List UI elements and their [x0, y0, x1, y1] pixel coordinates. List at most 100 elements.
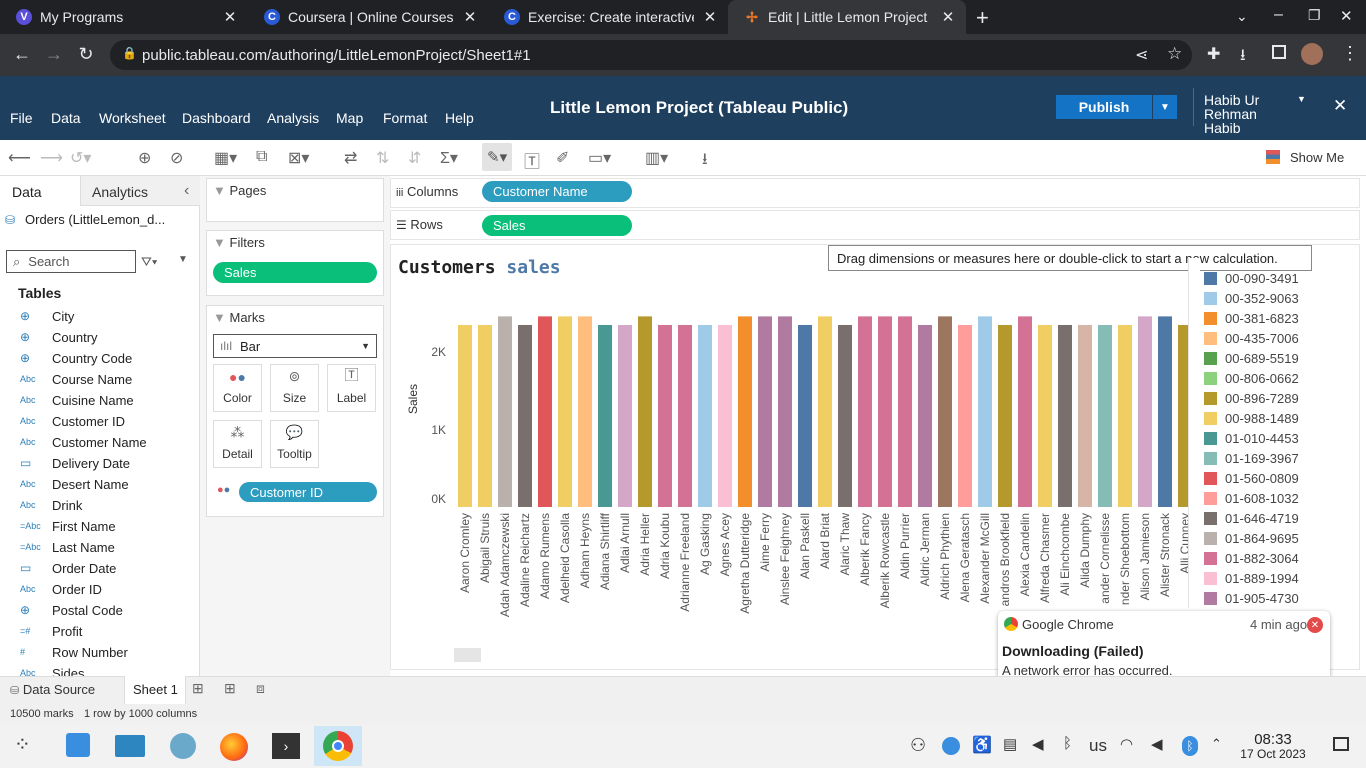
close-tab-icon[interactable]: ✕	[462, 8, 478, 26]
reload-icon[interactable]: ↻	[75, 44, 97, 65]
user-icon[interactable]: ⚇	[910, 735, 926, 756]
bookmark-star-icon[interactable]: ☆	[1167, 44, 1182, 64]
menu-format[interactable]: Format	[383, 110, 427, 126]
bar[interactable]	[1018, 316, 1032, 507]
globe-icon[interactable]	[170, 733, 196, 759]
download-icon[interactable]: ⭳	[1240, 44, 1246, 71]
duplicate-icon[interactable]: ⧉	[256, 148, 267, 166]
marks-detail-button[interactable]: ⁂ Detail	[213, 420, 262, 468]
columns-pill-customer-name[interactable]: Customer Name	[482, 181, 632, 202]
legend-item[interactable]: 00-435-7006	[1204, 329, 1299, 347]
legend-item[interactable]: 01-864-9695	[1204, 529, 1299, 547]
new-story-tab-icon[interactable]: ⧈	[256, 680, 265, 697]
speaker-icon[interactable]: ◀	[1151, 735, 1163, 753]
volume-icon[interactable]: ◀	[1032, 735, 1044, 753]
bar[interactable]	[618, 324, 632, 507]
wifi-icon[interactable]: ◠	[1120, 735, 1133, 753]
bar[interactable]	[1118, 324, 1132, 507]
bar[interactable]	[598, 324, 612, 507]
bar[interactable]	[578, 316, 592, 507]
field-item[interactable]: =Abc First Name	[20, 516, 116, 536]
bar[interactable]	[498, 316, 512, 507]
accessibility-icon[interactable]: ♿	[972, 735, 992, 755]
bar[interactable]	[558, 316, 572, 507]
share-icon[interactable]: ⋖	[1135, 45, 1148, 65]
pages-card[interactable]: ▼ Pages	[206, 178, 384, 222]
new-worksheet-tab-icon[interactable]: ⊞	[192, 680, 204, 697]
bar[interactable]	[658, 324, 672, 507]
bar[interactable]	[978, 316, 992, 507]
field-item[interactable]: Abc Customer ID	[20, 411, 125, 431]
bar[interactable]	[1098, 324, 1112, 507]
field-item[interactable]: Abc Customer Name	[20, 432, 147, 452]
chrome-taskbar-active[interactable]	[314, 726, 362, 766]
field-item[interactable]: ▭ Delivery Date	[20, 453, 130, 473]
bar[interactable]	[458, 324, 472, 507]
menu-map[interactable]: Map	[336, 110, 363, 126]
bar[interactable]	[678, 324, 692, 507]
close-tab-icon[interactable]: ✕	[222, 8, 238, 26]
dismiss-notification-icon[interactable]: ✕	[1307, 617, 1323, 633]
app-launcher-icon[interactable]: ⁘	[14, 732, 31, 757]
bar[interactable]	[698, 324, 712, 507]
legend-item[interactable]: 01-169-3967	[1204, 449, 1299, 467]
bar[interactable]	[478, 324, 492, 507]
terminal-icon[interactable]: ›	[272, 733, 300, 759]
browser-tab-active[interactable]: ✢ Edit | Little Lemon Project ✕	[728, 0, 966, 34]
tab-search-icon[interactable]: ⌄	[1236, 8, 1248, 25]
clear-sheet-icon[interactable]: ⊠▾	[288, 148, 309, 168]
legend-item[interactable]: 01-010-4453	[1204, 429, 1299, 447]
new-worksheet-icon[interactable]: ▦▾	[214, 148, 237, 168]
new-data-source-icon[interactable]: ⊕	[138, 148, 151, 168]
show-desktop-icon[interactable]	[1333, 737, 1349, 751]
legend-item[interactable]: 01-889-1994	[1204, 569, 1299, 587]
field-item[interactable]: ▭ Order Date	[20, 558, 116, 578]
bar[interactable]	[958, 324, 972, 507]
filter-pill-sales[interactable]: Sales	[213, 262, 377, 283]
bluetooth-active-icon[interactable]: ᛒ	[1182, 736, 1198, 756]
browser-tab-2[interactable]: C Exercise: Create interactive c ✕	[488, 0, 728, 34]
sort-asc-icon[interactable]: ⇅	[376, 148, 389, 168]
bar[interactable]	[898, 316, 912, 507]
bar[interactable]	[798, 324, 812, 507]
back-icon[interactable]: ←	[11, 44, 33, 65]
marks-tooltip-button[interactable]: 💬 Tooltip	[270, 420, 319, 468]
legend-item[interactable]: 00-352-9063	[1204, 289, 1299, 307]
bar[interactable]	[998, 324, 1012, 507]
download-sheet-icon[interactable]: ⭳	[702, 148, 708, 175]
bar[interactable]	[738, 316, 752, 507]
menu-help[interactable]: Help	[445, 110, 474, 126]
menu-dashboard[interactable]: Dashboard	[182, 110, 251, 126]
show-me-button[interactable]: Show Me	[1290, 150, 1344, 165]
filter-fields-icon[interactable]: ⛛▾	[141, 254, 157, 270]
user-name[interactable]: Habib Ur Rehman Habib	[1204, 93, 1296, 135]
minimize-icon[interactable]: –	[1274, 6, 1283, 24]
extensions-icon[interactable]: ✚	[1207, 44, 1220, 64]
legend-item[interactable]: 01-882-3064	[1204, 549, 1299, 567]
field-item[interactable]: ⊕ Country Code	[20, 348, 132, 368]
marks-size-button[interactable]: ⊚ Size	[270, 364, 319, 412]
firefox-icon[interactable]	[220, 733, 248, 761]
field-item[interactable]: ⊕ City	[20, 306, 74, 326]
bar[interactable]	[758, 316, 772, 507]
presentation-icon[interactable]: ▥▾	[645, 148, 668, 168]
bar[interactable]	[878, 316, 892, 507]
pause-updates-icon[interactable]: ⊘	[170, 148, 183, 168]
data-source-tab[interactable]: ⛁ Data Source	[10, 682, 95, 697]
maximize-icon[interactable]: ❐	[1308, 7, 1321, 24]
close-tab-icon[interactable]: ✕	[702, 8, 718, 26]
legend-item[interactable]: 01-905-4730	[1204, 589, 1299, 607]
browser-tab-1[interactable]: C Coursera | Online Courses & ✕	[248, 0, 488, 34]
menu-analysis[interactable]: Analysis	[267, 110, 319, 126]
new-dashboard-tab-icon[interactable]: ⊞	[224, 680, 236, 697]
show-me-icon[interactable]	[1266, 150, 1280, 164]
close-editor-icon[interactable]: ✕	[1333, 96, 1347, 116]
bar[interactable]	[638, 316, 652, 507]
field-item[interactable]: ⊕ Country	[20, 327, 98, 347]
undo-icon[interactable]: ⟵	[8, 148, 31, 168]
collapse-pane-icon[interactable]: ‹	[184, 182, 189, 200]
redo-icon[interactable]: ⟶	[40, 148, 63, 168]
bar[interactable]	[718, 324, 732, 507]
window-close-icon[interactable]: ✕	[1340, 7, 1353, 25]
address-bar[interactable]: 🔒 public.tableau.com/authoring/LittleLem…	[110, 40, 1192, 70]
